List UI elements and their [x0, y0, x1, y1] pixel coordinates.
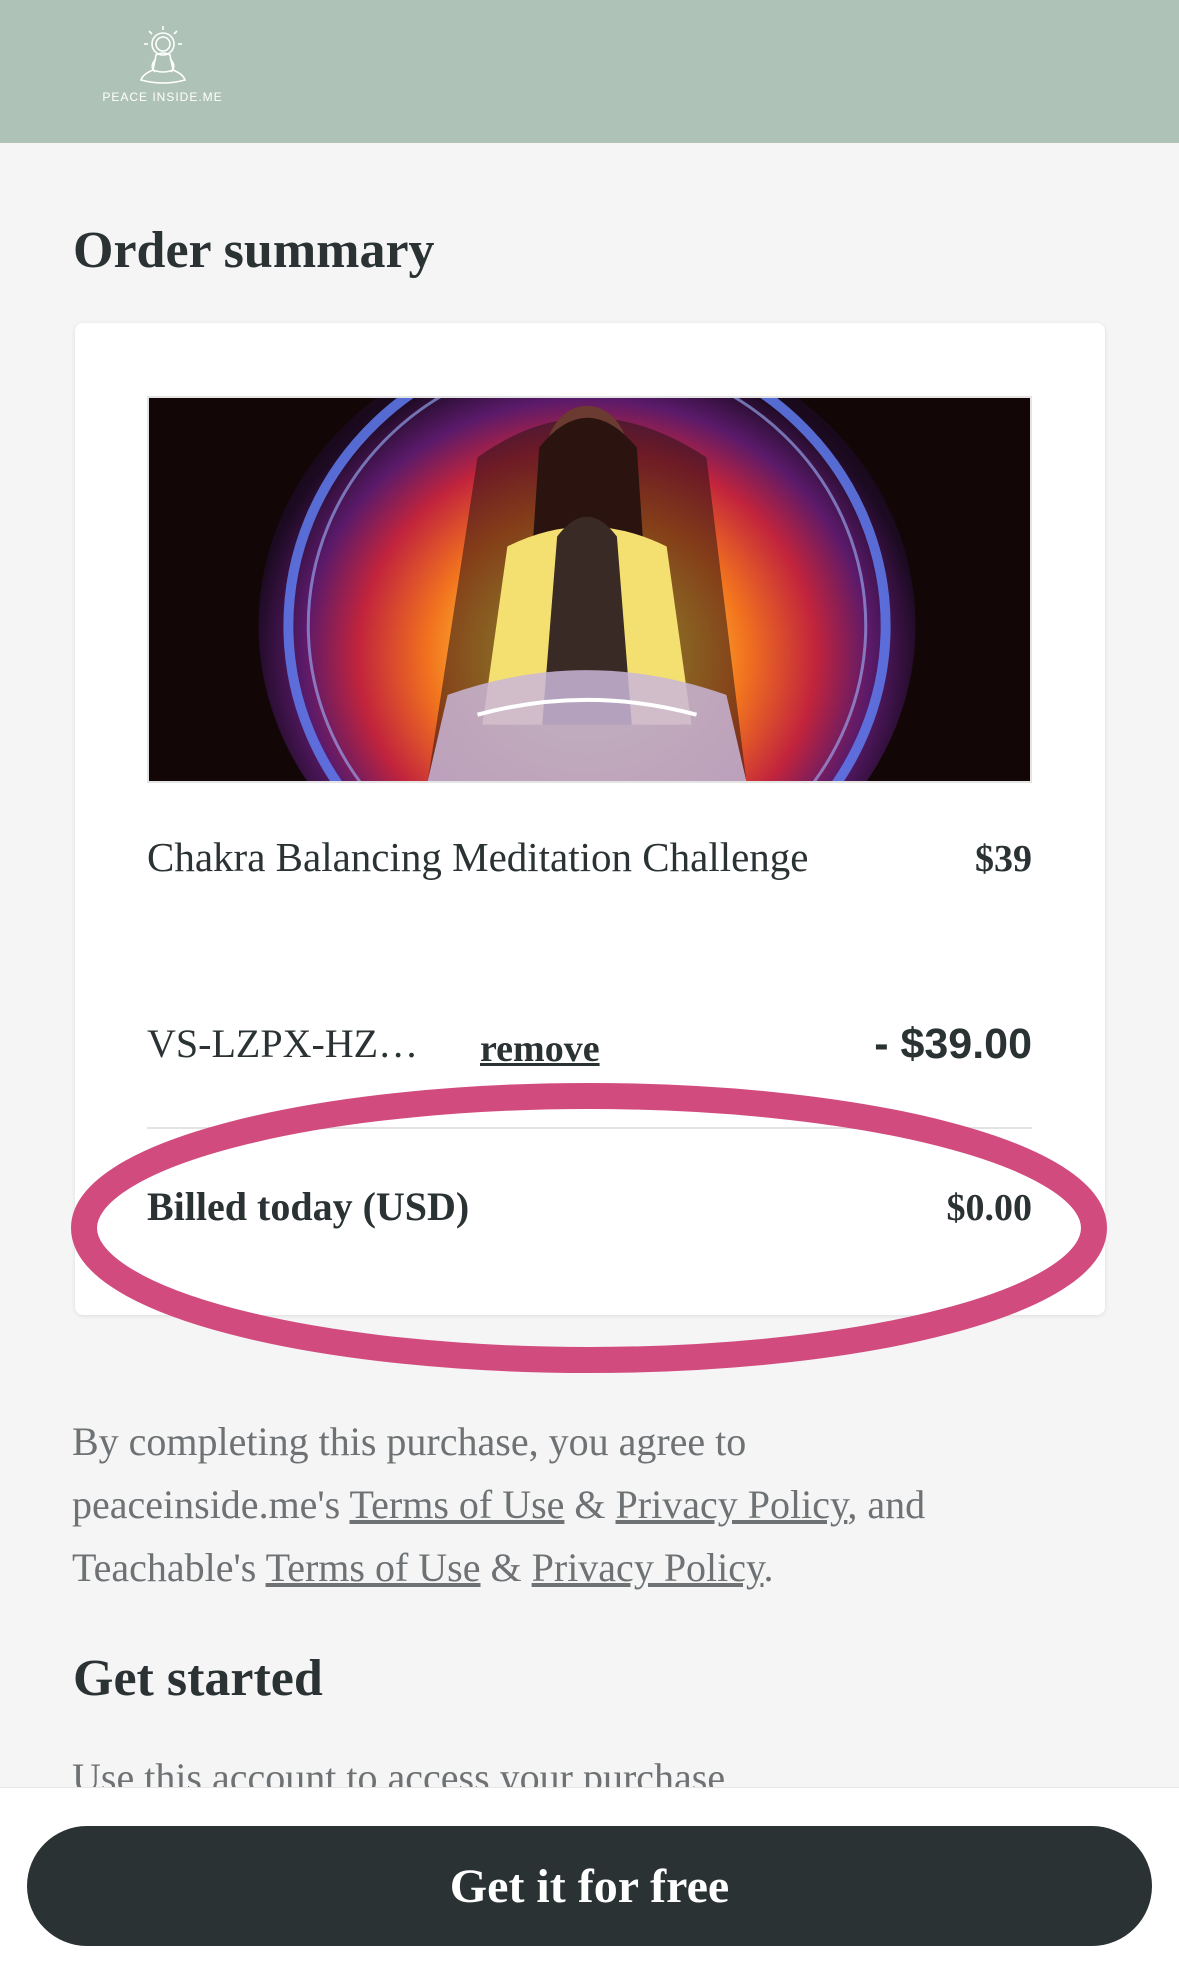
- get-started-title: Get started: [73, 1650, 323, 1707]
- coupon-code: VS-LZPX-HZ…: [147, 1021, 419, 1066]
- merchant-privacy-link[interactable]: Privacy Policy: [616, 1482, 848, 1527]
- brand-name: PEACE INSIDE.ME: [102, 90, 223, 104]
- header-bar: PEACE INSIDE.ME: [0, 0, 1179, 143]
- legal-agreement: By completing this purchase, you agree t…: [72, 1419, 926, 1590]
- brand-logo[interactable]: PEACE INSIDE.ME: [95, 24, 230, 119]
- merchant-terms-link[interactable]: Terms of Use: [349, 1482, 564, 1527]
- legal-intro: By completing this purchase, you agree t…: [72, 1419, 747, 1464]
- teachable-privacy-link[interactable]: Privacy Policy: [532, 1545, 764, 1590]
- billed-today-amount: $0.00: [946, 1187, 1033, 1229]
- product-image: [147, 396, 1032, 783]
- legal-platform: Teachable's: [72, 1545, 257, 1590]
- discount-amount: - $39.00: [874, 1020, 1032, 1068]
- divider: [147, 1127, 1032, 1129]
- product-price: $39: [975, 838, 1032, 880]
- legal-ampersand: &: [574, 1482, 606, 1527]
- legal-merchant: peaceinside.me's: [72, 1482, 341, 1527]
- meditation-logo-icon: [139, 26, 186, 84]
- legal-and: , and: [847, 1482, 926, 1527]
- get-it-free-button[interactable]: Get it for free: [27, 1826, 1152, 1946]
- teachable-terms-link[interactable]: Terms of Use: [266, 1545, 481, 1590]
- product-name: Chakra Balancing Meditation Challenge: [147, 834, 809, 880]
- billed-today-label: Billed today (USD): [147, 1184, 470, 1229]
- order-summary-title: Order summary: [73, 222, 435, 279]
- remove-coupon-link[interactable]: remove: [480, 1027, 600, 1071]
- legal-ampersand: &: [490, 1545, 522, 1590]
- order-summary-card: Chakra Balancing Meditation Challenge $3…: [75, 323, 1105, 1315]
- checkout-footer: Get it for free: [0, 1787, 1179, 1975]
